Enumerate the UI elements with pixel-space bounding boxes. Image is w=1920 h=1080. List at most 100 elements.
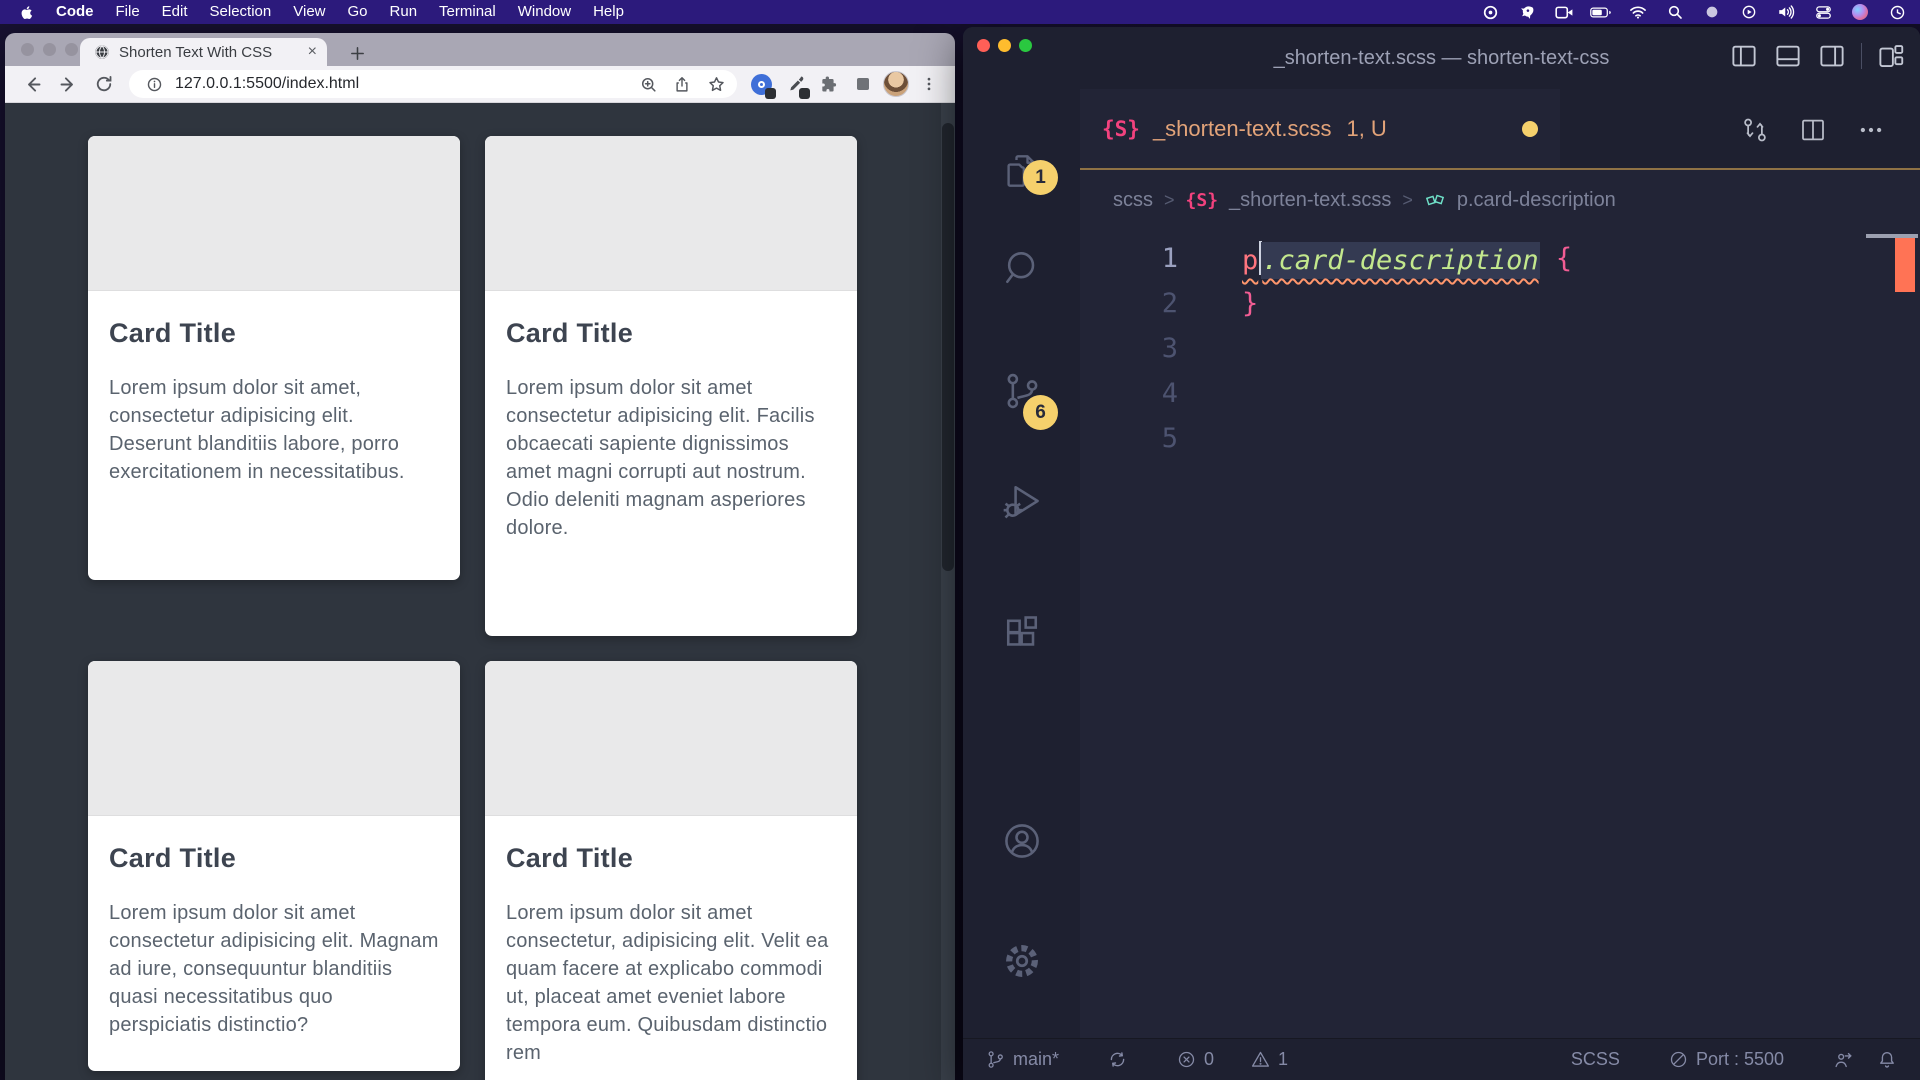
toggle-secondary-sidebar-icon[interactable] <box>1817 41 1847 71</box>
back-icon[interactable] <box>17 69 47 99</box>
editor-tab[interactable]: {S} _shorten-text.scss 1, U <box>1080 89 1560 168</box>
scrollbar-thumb[interactable] <box>942 123 954 571</box>
modified-dot-icon[interactable] <box>1522 121 1538 137</box>
browser-window: Shorten Text With CSS × 127.0.0.1:5500/i… <box>5 33 955 1080</box>
zoom-window-button[interactable] <box>65 43 78 56</box>
accounts-icon[interactable] <box>1000 819 1044 863</box>
live-server-port[interactable]: Port : 5500 <box>1668 1049 1784 1070</box>
status-bar: main* 0 1 SCSS Port : 5500 <box>963 1038 1920 1080</box>
extensions-icon[interactable] <box>1000 612 1044 656</box>
menu-go[interactable]: Go <box>337 0 379 24</box>
bookmark-star-icon[interactable] <box>703 71 729 97</box>
code-line[interactable]: 3 <box>1080 326 1920 371</box>
breadcrumb-symbol[interactable]: p.card-description <box>1457 189 1616 212</box>
card: Card Title Lorem ipsum dolor sit amet, c… <box>88 136 460 580</box>
close-window-button[interactable] <box>977 39 990 52</box>
breadcrumb-folder[interactable]: scss <box>1113 189 1153 212</box>
language-mode[interactable]: SCSS <box>1571 1049 1620 1070</box>
breadcrumb-file[interactable]: _shorten-text.scss <box>1229 189 1391 212</box>
page-scrollbar[interactable] <box>941 103 955 1080</box>
open-changes-icon[interactable] <box>1740 115 1770 145</box>
breadcrumbs: scss > {S} _shorten-text.scss > p.card-d… <box>1080 170 1920 230</box>
browser-tab[interactable]: Shorten Text With CSS × <box>80 38 327 66</box>
menu-run[interactable]: Run <box>379 0 429 24</box>
menu-terminal[interactable]: Terminal <box>428 0 507 24</box>
share-icon[interactable] <box>669 71 695 97</box>
spotlight-search-icon[interactable] <box>1664 3 1686 21</box>
password-manager-extension-icon[interactable] <box>747 70 775 98</box>
menu-selection[interactable]: Selection <box>199 0 283 24</box>
code-line[interactable]: 2 } <box>1080 281 1920 326</box>
branch-name: main* <box>1013 1049 1059 1070</box>
minimize-window-button[interactable] <box>998 39 1011 52</box>
reload-icon[interactable] <box>89 69 119 99</box>
battery-icon[interactable] <box>1590 3 1612 21</box>
zoom-icon[interactable] <box>635 71 661 97</box>
error-count: 0 <box>1204 1049 1214 1070</box>
code-line[interactable]: 5 <box>1080 416 1920 461</box>
split-editor-icon[interactable] <box>1798 115 1828 145</box>
vscode-window-controls[interactable] <box>977 39 1032 52</box>
colorpicker-extension-icon[interactable] <box>781 70 809 98</box>
code-editor[interactable]: 1 p.card-description { 2 } 3 4 5 <box>1080 230 1920 1038</box>
customize-layout-icon[interactable] <box>1876 41 1906 71</box>
tab-close-icon[interactable]: × <box>308 44 317 60</box>
code-line[interactable]: 1 p.card-description { <box>1080 236 1920 281</box>
run-debug-icon[interactable] <box>1000 479 1044 523</box>
editor-area: {S} _shorten-text.scss 1, U <box>1080 89 1920 1038</box>
menu-window[interactable]: Window <box>507 0 582 24</box>
code-line[interactable]: 4 <box>1080 371 1920 416</box>
code-open-brace: { <box>1556 243 1572 274</box>
browser-window-controls[interactable] <box>21 43 78 56</box>
profile-avatar[interactable] <box>883 71 909 97</box>
tab-decoration: 1, U <box>1346 116 1386 142</box>
notifications-bell-icon[interactable] <box>1876 1049 1898 1071</box>
close-window-button[interactable] <box>21 43 34 56</box>
play-circle-icon[interactable] <box>1738 3 1760 21</box>
branch-indicator[interactable]: main* <box>985 1049 1059 1070</box>
toggle-primary-sidebar-icon[interactable] <box>1729 41 1759 71</box>
card-description: Lorem ipsum dolor sit amet consectetur a… <box>109 899 439 1039</box>
extensions-puzzle-icon[interactable] <box>815 70 843 98</box>
toggle-panel-icon[interactable] <box>1773 41 1803 71</box>
sync-changes-button[interactable] <box>1107 1049 1128 1070</box>
zoom-window-button[interactable] <box>1019 39 1032 52</box>
menu-help[interactable]: Help <box>582 0 635 24</box>
browser-menu-dots-icon[interactable] <box>915 70 943 98</box>
settings-gear-icon[interactable] <box>1000 939 1044 983</box>
search-icon[interactable] <box>1000 246 1044 290</box>
problems-indicator[interactable]: 0 1 <box>1176 1049 1288 1070</box>
more-actions-icon[interactable] <box>1856 115 1886 145</box>
do-not-disturb-icon[interactable] <box>1701 3 1723 21</box>
symbol-icon <box>1424 189 1446 211</box>
feedback-icon[interactable] <box>1832 1049 1854 1071</box>
browser-tabstrip: Shorten Text With CSS × <box>5 33 955 66</box>
record-target-icon[interactable] <box>1479 3 1501 21</box>
menu-edit[interactable]: Edit <box>151 0 199 24</box>
menu-app-name[interactable]: Code <box>45 0 105 24</box>
menu-view[interactable]: View <box>282 0 336 24</box>
vscode-titlebar: _shorten-text.scss — shorten-text-css <box>963 27 1920 89</box>
chevron-right-icon: > <box>1164 190 1175 211</box>
reading-mode-icon[interactable] <box>849 70 877 98</box>
screen-record-icon[interactable] <box>1553 3 1575 21</box>
wifi-icon[interactable] <box>1627 3 1649 21</box>
url-text[interactable]: 127.0.0.1:5500/index.html <box>175 75 627 93</box>
menu-file[interactable]: File <box>105 0 151 24</box>
forward-icon[interactable] <box>53 69 83 99</box>
code-selector-tag: p <box>1242 245 1258 276</box>
new-tab-button[interactable] <box>349 45 366 62</box>
card: Card Title Lorem ipsum dolor sit amet co… <box>485 661 857 1080</box>
siri-icon[interactable] <box>1849 3 1871 21</box>
card: Card Title Lorem ipsum dolor sit amet co… <box>88 661 460 1071</box>
card-description: Lorem ipsum dolor sit amet consectetur a… <box>506 374 836 542</box>
site-info-icon[interactable] <box>141 71 167 97</box>
rocket-icon[interactable] <box>1516 3 1538 21</box>
apple-icon[interactable] <box>20 4 35 21</box>
minimize-window-button[interactable] <box>43 43 56 56</box>
clock-icon[interactable] <box>1886 3 1908 21</box>
volume-icon[interactable] <box>1775 3 1797 21</box>
control-center-icon[interactable] <box>1812 3 1834 21</box>
tab-filename: _shorten-text.scss <box>1153 116 1332 142</box>
address-bar[interactable]: 127.0.0.1:5500/index.html <box>129 70 737 98</box>
